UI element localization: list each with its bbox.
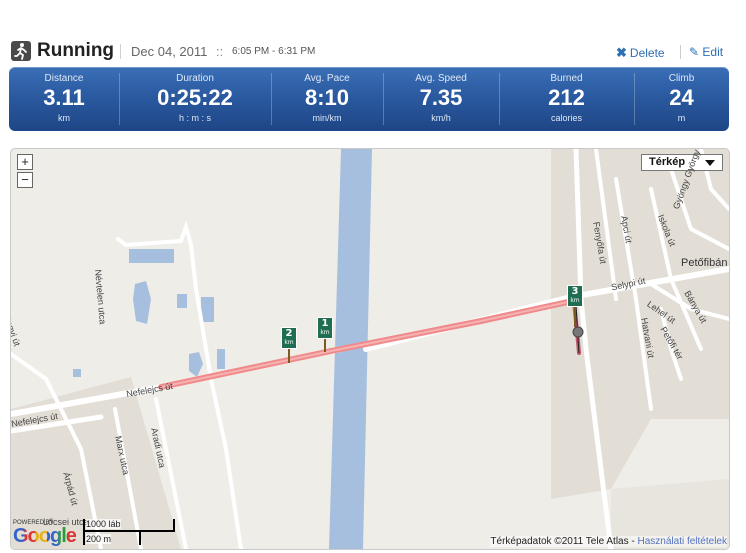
activity-date: Dec 04, 2011 [131, 44, 208, 59]
stat-unit: km [58, 113, 70, 123]
zoom-in-button[interactable]: + [17, 154, 33, 170]
activity-title: Running [37, 40, 115, 61]
stat-label: Distance [44, 73, 84, 84]
km-marker-unit: km [320, 329, 330, 336]
route-map[interactable]: + − Térkép Névtelen utca Nefelejcs út Ne… [10, 148, 730, 550]
stat-label: Duration [176, 73, 214, 84]
map-type-select[interactable]: Térkép [641, 154, 723, 171]
delete-icon: ✖ [616, 45, 627, 60]
google-logo[interactable]: POWERED BY Google [13, 520, 77, 547]
copyright-text: Térképadatok ©2011 Tele Atlas - [490, 536, 635, 547]
stat-unit: calories [550, 113, 582, 123]
stat-label: Burned [550, 73, 583, 84]
date-time-separator: :: [216, 44, 224, 59]
stat-climb: Climb 24 m [634, 67, 729, 131]
stat-avg-speed: Avg. Speed 7.35 km/h [383, 67, 499, 131]
stat-value: 24 [669, 85, 694, 110]
stat-unit: km/h [431, 113, 451, 123]
divider [120, 44, 121, 59]
km-marker-number: 3 [571, 286, 579, 297]
stat-unit: m [677, 113, 686, 123]
stat-value: 3.11 [43, 85, 85, 110]
stat-label: Avg. Speed [415, 73, 467, 84]
stat-value: 212 [548, 85, 585, 110]
stat-unit: min/km [312, 113, 342, 123]
delete-label: Delete [629, 46, 665, 60]
google-wordmark: Google [13, 525, 77, 547]
delete-button[interactable]: ✖ Delete [616, 45, 665, 61]
scale-tick [173, 519, 175, 532]
map-copyright: Térképadatok ©2011 Tele Atlas - Használa… [490, 536, 727, 547]
stat-unit: h : m : s [178, 113, 211, 123]
zoom-out-button[interactable]: − [17, 172, 33, 188]
km-marker-number: 1 [321, 318, 329, 329]
stat-label: Avg. Pace [304, 73, 350, 84]
stat-avg-pace: Avg. Pace 8:10 min/km [271, 67, 383, 131]
km-marker-unit: km [570, 297, 580, 304]
km-marker-1[interactable]: 1 km [317, 317, 333, 339]
km-marker-unit: km [284, 339, 294, 346]
edit-button[interactable]: ✎ Edit [689, 45, 723, 59]
chevron-down-icon [705, 160, 715, 166]
stat-value: 0:25:22 [157, 85, 233, 110]
running-icon [11, 41, 31, 61]
scale-tick [83, 519, 85, 545]
pencil-icon: ✎ [689, 45, 700, 59]
km-marker-2[interactable]: 2 km [281, 327, 297, 349]
stat-burned: Burned 212 calories [499, 67, 634, 131]
stat-duration: Duration 0:25:22 h : m : s [119, 67, 271, 131]
stat-value: 8:10 [304, 85, 350, 110]
stats-bar: Distance 3.11 km Duration 0:25:22 h : m … [9, 67, 729, 131]
edit-label: Edit [702, 45, 724, 59]
scale-imperial: 1000 láb [86, 519, 121, 529]
activity-header: Running Dec 04, 2011 :: 6:05 PM - 6:31 P… [0, 36, 746, 66]
scale-tick [139, 530, 141, 545]
scale-metric: 200 m [86, 534, 112, 544]
km-marker-number: 2 [285, 328, 293, 339]
place-label: Petőfibán [681, 257, 728, 269]
activity-time-range: 6:05 PM - 6:31 PM [232, 46, 316, 57]
scale-bar [83, 530, 175, 532]
stat-value: 7.35 [419, 85, 463, 110]
map-type-label: Térkép [649, 156, 686, 168]
km-marker-3[interactable]: 3 km [567, 285, 583, 307]
stat-distance: Distance 3.11 km [9, 67, 119, 131]
map-scale: 1000 láb 200 m [83, 519, 175, 545]
terms-link[interactable]: Használati feltételek [638, 536, 728, 547]
map-tiles [11, 149, 729, 549]
stat-label: Climb [668, 73, 695, 84]
divider [680, 45, 681, 59]
